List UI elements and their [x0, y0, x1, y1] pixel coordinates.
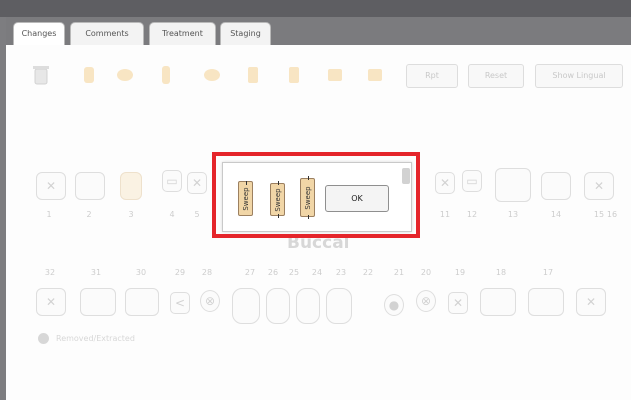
tooth-lower-24[interactable] — [326, 288, 352, 324]
tooth-number: 25 — [288, 268, 300, 277]
tooth-upper-14[interactable] — [495, 168, 531, 202]
tooth-number: 29 — [174, 268, 186, 277]
tooth-lower-30[interactable] — [125, 288, 159, 316]
tooth-number: 1 — [46, 210, 52, 219]
tooth-number: 3 — [128, 210, 134, 219]
tooth-upper-15[interactable] — [541, 172, 571, 200]
tooth-distal-icon[interactable] — [366, 64, 384, 86]
tooth-upper-12[interactable]: ▭ — [462, 170, 482, 192]
tooth-number: 22 — [362, 268, 374, 277]
tooth-number: 31 — [90, 268, 102, 277]
tooth-mesial-icon[interactable] — [326, 64, 344, 86]
tooth-number: 5 — [194, 210, 200, 219]
show-lingual-button[interactable]: Show Lingual — [535, 64, 623, 88]
tooth-rotate-icon[interactable] — [116, 64, 134, 86]
tab-treatment[interactable]: Treatment — [149, 22, 216, 46]
tooth-number: 20 — [420, 268, 432, 277]
tooth-torque-icon[interactable] — [244, 64, 262, 86]
tab-comments[interactable]: Comments — [70, 22, 144, 46]
tooth-number: 30 — [135, 268, 147, 277]
tooth-number: 12 — [466, 210, 478, 219]
trash-icon[interactable] — [32, 64, 50, 86]
tooth-lower-22[interactable]: ⊗ — [416, 290, 436, 312]
tooth-number: 13 — [507, 210, 519, 219]
tooth-number: 32 — [44, 268, 56, 277]
tooth-upper-2[interactable] — [75, 172, 105, 200]
tooth-upper-1[interactable]: ✕ — [36, 172, 66, 200]
tooth-lower-26[interactable] — [266, 288, 290, 324]
tooth-number: 2 — [86, 210, 92, 219]
tab-staging[interactable]: Staging — [220, 22, 271, 46]
tooth-upper-3[interactable] — [120, 172, 142, 200]
tooth-number: 16 — [606, 210, 618, 219]
tooth-upper-5[interactable]: ✕ — [187, 172, 207, 194]
rpt-button[interactable]: Rpt — [406, 64, 458, 88]
tooth-upper-11[interactable]: ✕ — [435, 172, 455, 194]
tooth-lower-18[interactable]: ✕ — [576, 288, 606, 316]
tooth-lower-27[interactable] — [232, 288, 260, 324]
tooth-lower-29[interactable]: < — [170, 292, 190, 314]
window-title-bar — [0, 0, 631, 17]
tooth-extrude-icon[interactable] — [157, 64, 175, 86]
tooth-lower-21[interactable]: ✕ — [448, 292, 468, 314]
tooth-lower-28[interactable]: ⊗ — [200, 290, 220, 312]
tooth-number: 19 — [454, 268, 466, 277]
tab-changes[interactable]: Changes — [13, 22, 65, 47]
tooth-number: 21 — [393, 268, 405, 277]
tooth-tip-icon[interactable] — [203, 64, 221, 86]
tooth-number: 24 — [311, 268, 323, 277]
tooth-lower-20[interactable] — [480, 288, 516, 316]
tooth-number: 27 — [244, 268, 256, 277]
tooth-number: 11 — [439, 210, 451, 219]
tooth-lower-32[interactable]: ✕ — [36, 288, 66, 316]
tab-strip: Changes Comments Treatment Staging — [6, 17, 631, 47]
tooth-upper-16[interactable]: ✕ — [584, 172, 614, 200]
tooth-upper-4[interactable]: ▭ — [162, 170, 182, 192]
tooth-lower-31[interactable] — [80, 288, 116, 316]
tooth-tool-icon[interactable] — [80, 64, 98, 86]
tooth-number: 28 — [201, 268, 213, 277]
legend-label: Removed/Extracted — [56, 334, 135, 343]
tooth-number: 4 — [169, 210, 175, 219]
removed-legend-icon — [38, 333, 49, 344]
tooth-number: 23 — [335, 268, 347, 277]
tooth-number: 17 — [542, 268, 554, 277]
tooth-number: 14 — [550, 210, 562, 219]
tooth-intrude-icon[interactable] — [285, 64, 303, 86]
tooth-lower-23[interactable]: ● — [384, 294, 404, 316]
reset-button[interactable]: Reset — [468, 64, 524, 88]
tooth-number: 18 — [495, 268, 507, 277]
tooth-lower-19[interactable] — [528, 288, 564, 316]
highlight-box — [212, 152, 420, 238]
tooth-number: 26 — [267, 268, 279, 277]
tooth-lower-25[interactable] — [296, 288, 320, 324]
